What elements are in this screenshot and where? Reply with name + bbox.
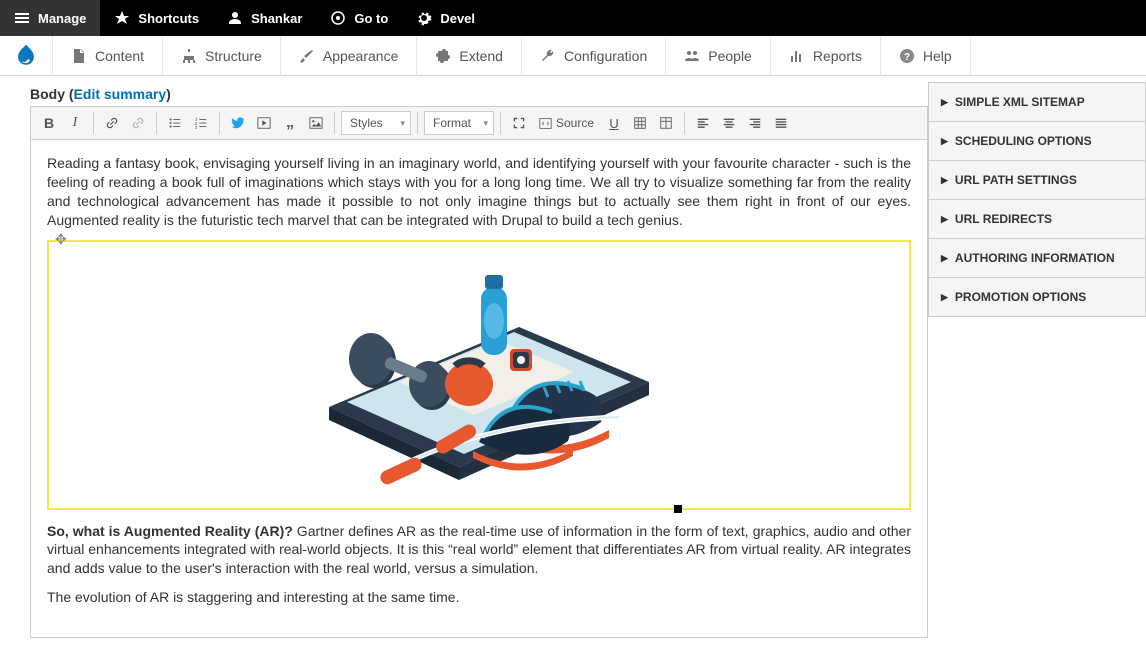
wysiwyg-toolbar: B I 123 „ Styles Format Source U	[30, 106, 928, 140]
devel-button[interactable]: Devel	[402, 0, 489, 36]
ol-icon: 123	[194, 116, 208, 130]
triangle-icon: ▶	[941, 214, 948, 225]
admin-menu: Content Structure Appearance Extend Conf…	[0, 36, 1146, 76]
settings-sidebar: ▶SIMPLE XML SITEMAP ▶SCHEDULING OPTIONS …	[928, 76, 1146, 638]
puzzle-icon	[435, 48, 451, 64]
source-button[interactable]: Source	[533, 111, 600, 135]
link-icon	[105, 116, 119, 130]
align-center-icon	[722, 116, 736, 130]
paragraph: Reading a fantasy book, envisaging yours…	[47, 154, 911, 230]
format-dropdown[interactable]: Format	[424, 111, 494, 135]
acc-simple-xml-sitemap[interactable]: ▶SIMPLE XML SITEMAP	[929, 83, 1145, 122]
edit-summary-link[interactable]: Edit summary	[74, 86, 167, 102]
tab-configuration[interactable]: Configuration	[522, 36, 666, 76]
acc-authoring-information[interactable]: ▶AUTHORING INFORMATION	[929, 239, 1145, 278]
user-label: Shankar	[251, 11, 302, 26]
media-button[interactable]	[252, 111, 276, 135]
image-icon	[309, 116, 323, 130]
source-icon	[539, 117, 552, 130]
user-icon	[227, 10, 243, 26]
acc-promotion-options[interactable]: ▶PROMOTION OPTIONS	[929, 278, 1145, 317]
gear-icon	[416, 10, 432, 26]
unlink-button[interactable]	[126, 111, 150, 135]
ul-icon	[168, 116, 182, 130]
body-field-label: Body (Edit summary)	[30, 86, 928, 102]
resize-handle[interactable]	[674, 505, 682, 513]
help-icon: ?	[899, 48, 915, 64]
people-icon	[684, 48, 700, 64]
unlink-icon	[131, 116, 145, 130]
target-icon	[330, 10, 346, 26]
svg-text:?: ?	[904, 52, 910, 63]
acc-url-redirects[interactable]: ▶URL REDIRECTS	[929, 200, 1145, 239]
align-left-button[interactable]	[691, 111, 715, 135]
goto-button[interactable]: Go to	[316, 0, 402, 36]
image-button[interactable]	[304, 111, 328, 135]
twitter-icon	[231, 116, 245, 130]
drupal-logo-icon	[12, 42, 40, 70]
shortcuts-button[interactable]: Shortcuts	[100, 0, 213, 36]
table-button[interactable]	[654, 111, 678, 135]
align-left-icon	[696, 116, 710, 130]
triangle-icon: ▶	[941, 136, 948, 147]
tab-help[interactable]: ?Help	[881, 36, 971, 76]
brush-icon	[299, 48, 315, 64]
tab-reports[interactable]: Reports	[771, 36, 881, 76]
acc-url-path-settings[interactable]: ▶URL PATH SETTINGS	[929, 161, 1145, 200]
align-right-icon	[748, 116, 762, 130]
admin-toolbar: Manage Shortcuts Shankar Go to Devel	[0, 0, 1146, 36]
table-icon	[659, 116, 673, 130]
tab-people[interactable]: People	[666, 36, 771, 76]
goto-label: Go to	[354, 11, 388, 26]
grid-icon	[633, 116, 647, 130]
paragraph: The evolution of AR is staggering and in…	[47, 588, 911, 607]
manage-label: Manage	[38, 11, 86, 26]
styles-dropdown[interactable]: Styles	[341, 111, 411, 135]
hamburger-icon	[14, 10, 30, 26]
star-icon	[114, 10, 130, 26]
triangle-icon: ▶	[941, 97, 948, 108]
blockquote-button[interactable]: „	[278, 111, 302, 135]
tab-extend[interactable]: Extend	[417, 36, 522, 76]
shortcuts-label: Shortcuts	[138, 11, 199, 26]
move-icon: ✥	[55, 230, 67, 249]
bulletlist-button[interactable]	[163, 111, 187, 135]
link-button[interactable]	[100, 111, 124, 135]
align-justify-button[interactable]	[769, 111, 793, 135]
user-button[interactable]: Shankar	[213, 0, 316, 36]
document-icon	[71, 48, 87, 64]
underline-button[interactable]: U	[602, 111, 626, 135]
triangle-icon: ▶	[941, 175, 948, 186]
play-icon	[257, 116, 271, 130]
paragraph: So, what is Augmented Reality (AR)? Gart…	[47, 522, 911, 579]
svg-text:3: 3	[195, 125, 198, 130]
numberlist-button[interactable]: 123	[189, 111, 213, 135]
twitter-button[interactable]	[226, 111, 250, 135]
wrench-icon	[540, 48, 556, 64]
chart-icon	[789, 48, 805, 64]
triangle-icon: ▶	[941, 292, 948, 303]
triangle-icon: ▶	[941, 253, 948, 264]
align-justify-icon	[774, 116, 788, 130]
devel-label: Devel	[440, 11, 475, 26]
manage-button[interactable]: Manage	[0, 0, 100, 36]
maximize-icon	[512, 116, 526, 130]
acc-scheduling-options[interactable]: ▶SCHEDULING OPTIONS	[929, 122, 1145, 161]
hierarchy-icon	[181, 48, 197, 64]
tab-structure[interactable]: Structure	[163, 36, 281, 76]
tab-appearance[interactable]: Appearance	[281, 36, 418, 76]
specialchar-button[interactable]	[628, 111, 652, 135]
italic-button[interactable]: I	[63, 111, 87, 135]
bold-button[interactable]: B	[37, 111, 61, 135]
fitness-illustration	[269, 232, 689, 492]
align-right-button[interactable]	[743, 111, 767, 135]
align-center-button[interactable]	[717, 111, 741, 135]
wysiwyg-editor[interactable]: Reading a fantasy book, envisaging yours…	[30, 140, 928, 638]
tab-content[interactable]: Content	[52, 36, 163, 76]
maximize-button[interactable]	[507, 111, 531, 135]
embedded-image[interactable]: ✥	[47, 240, 911, 510]
